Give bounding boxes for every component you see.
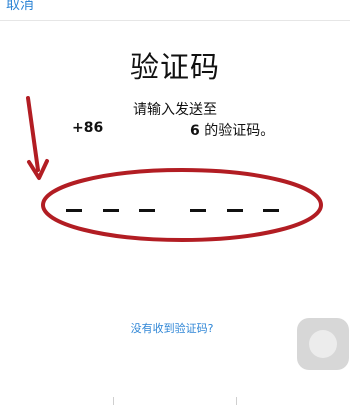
code-digit-slot: [139, 209, 155, 212]
verification-screen: 取消 验证码 请输入发送至 +86 6 的验证码。 没有收到验证码?: [0, 0, 350, 405]
cancel-button[interactable]: 取消: [6, 0, 34, 14]
code-digit-slot: [66, 209, 82, 212]
highlight-ellipse: [41, 168, 323, 242]
keyboard-top-edge: [0, 397, 350, 405]
resend-code-link[interactable]: 没有收到验证码?: [0, 320, 344, 336]
code-digit-slot: [227, 209, 243, 212]
code-input[interactable]: [0, 209, 350, 215]
phone-country-code: +86: [72, 120, 104, 136]
top-nav-bar: 取消: [0, 0, 350, 21]
code-digit-slot: [190, 209, 206, 212]
phone-suffix-text: 6 的验证码。: [190, 120, 274, 140]
phone-tail-digit: 6: [190, 123, 200, 139]
page-title: 验证码: [129, 50, 220, 84]
key-divider: [113, 397, 114, 405]
code-digit-slot: [103, 209, 119, 212]
instruction-text: 请输入发送至: [133, 102, 217, 118]
assistive-touch-icon: [309, 330, 337, 358]
phone-tail-label: 的验证码。: [199, 123, 275, 139]
code-digit-slot: [263, 209, 279, 212]
assistive-touch-button[interactable]: [297, 318, 349, 370]
key-divider: [236, 397, 237, 405]
